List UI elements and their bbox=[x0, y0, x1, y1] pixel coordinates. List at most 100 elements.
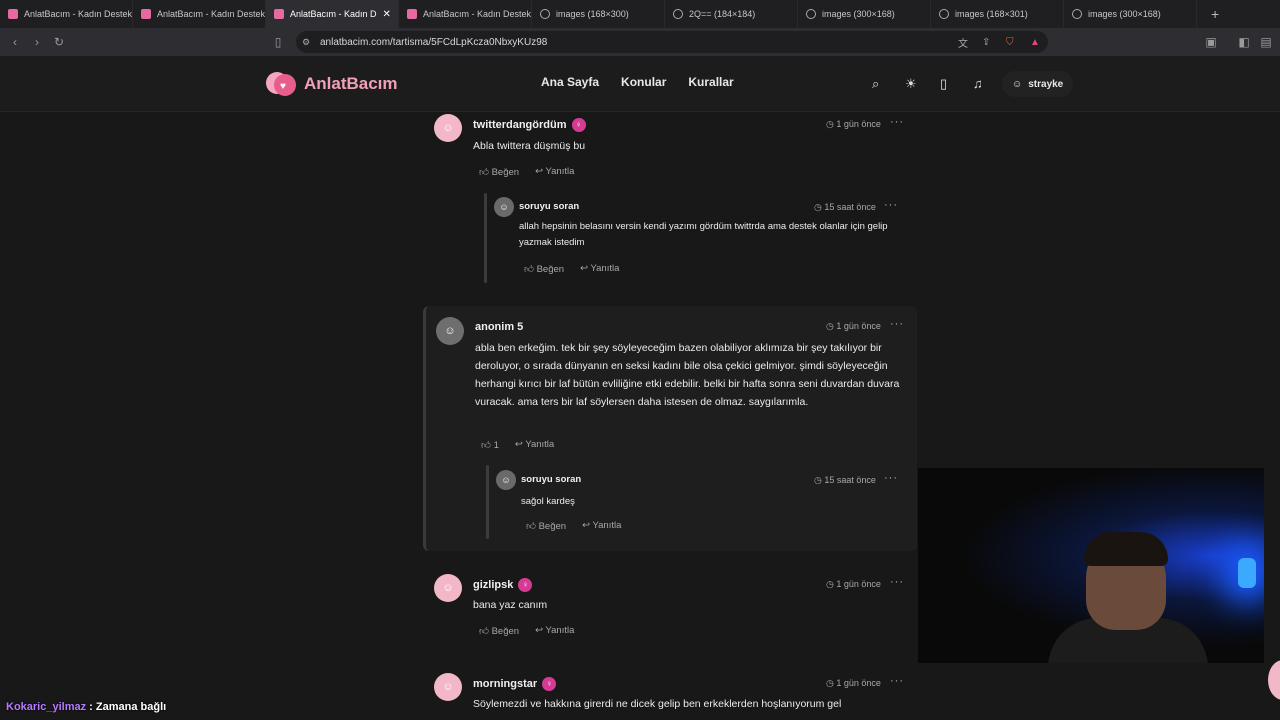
bookmarks-icon[interactable]: ▯ bbox=[940, 76, 947, 92]
tab-title: AnlatBacım - Kadın Destek bbox=[157, 9, 266, 19]
browser-tab[interactable]: images (300×168) bbox=[1064, 0, 1197, 28]
reply-username[interactable]: soruyu soran bbox=[519, 201, 579, 212]
like-button[interactable]: 👍︎ Beğen bbox=[524, 263, 564, 275]
nav-item-rules[interactable]: Kurallar bbox=[688, 75, 733, 89]
site-favicon-icon bbox=[141, 9, 151, 19]
avatar: ☺ bbox=[436, 317, 464, 345]
like-button[interactable]: 👍︎ Beğen bbox=[526, 520, 566, 532]
reply-actions: 👍︎ Beğen ↩ Yanıtla bbox=[526, 520, 621, 532]
like-button[interactable]: 👍︎ Beğen bbox=[479, 166, 519, 178]
more-options-icon[interactable]: ··· bbox=[890, 576, 904, 588]
nav-item-topics[interactable]: Konular bbox=[621, 75, 666, 89]
browser-tab[interactable]: images (168×300) bbox=[532, 0, 665, 28]
reply-text: allah hepsinin belasını versin kendi yaz… bbox=[519, 221, 888, 248]
browser-tab-active[interactable]: AnlatBacım - Kadın D ✕ bbox=[266, 0, 399, 28]
browser-tab[interactable]: 2Q== (184×184) bbox=[665, 0, 798, 28]
main-nav: Ana Sayfa Konular Kurallar bbox=[541, 75, 734, 89]
comment-text: Abla twittera düşmüş bu bbox=[473, 140, 586, 152]
new-tab-icon[interactable]: + bbox=[1211, 6, 1219, 22]
reply-button[interactable]: ↩ Yanıtla bbox=[515, 439, 554, 451]
brave-shield-icon[interactable]: ⛉ bbox=[1006, 37, 1014, 48]
reply-time: ◷ 15 saat önce bbox=[814, 202, 876, 212]
browser-tab[interactable]: images (168×301) bbox=[931, 0, 1064, 28]
bookmark-icon[interactable]: ▯ bbox=[267, 35, 289, 49]
browser-tab[interactable]: AnlatBacım - Kadın Destek bbox=[0, 0, 133, 28]
forward-icon[interactable]: › bbox=[26, 35, 48, 49]
site-settings-icon[interactable]: ⚙ bbox=[302, 37, 310, 48]
comment-time: ◷ 1 gün önce bbox=[826, 579, 881, 589]
logo-mark-icon: ♥ bbox=[266, 70, 298, 98]
avatar: ☺ bbox=[434, 114, 462, 142]
comment-time: ◷ 1 gün önce bbox=[826, 321, 881, 331]
search-icon[interactable]: ⌕ bbox=[872, 76, 879, 92]
translate-icon[interactable]: 文 bbox=[958, 35, 968, 50]
url-text: anlatbacim.com/tartisma/5FCdLpKcza0NbxyK… bbox=[320, 36, 548, 48]
more-options-icon[interactable]: ··· bbox=[890, 675, 904, 687]
more-options-icon[interactable]: ··· bbox=[890, 318, 904, 330]
browser-tab[interactable]: images (300×168) bbox=[798, 0, 931, 28]
reply-button[interactable]: ↩ Yanıtla bbox=[535, 625, 574, 637]
globe-icon bbox=[806, 9, 816, 19]
tab-title: AnlatBacım - Kadın D bbox=[290, 9, 377, 19]
more-options-icon[interactable]: ··· bbox=[890, 116, 904, 128]
close-icon[interactable]: ✕ bbox=[383, 9, 391, 20]
comment-username[interactable]: anonim 5 bbox=[475, 321, 523, 333]
comment-actions: 👍︎ Beğen ↩ Yanıtla bbox=[479, 166, 574, 178]
comment-time: ◷ 1 gün önce bbox=[826, 119, 881, 129]
globe-icon bbox=[673, 9, 683, 19]
reply-username[interactable]: soruyu soran bbox=[521, 474, 581, 485]
comment-time: ◷ 1 gün önce bbox=[826, 678, 881, 688]
reply-time: ◷ 15 saat önce bbox=[814, 475, 876, 485]
comment-username[interactable]: twitterdangördüm ♀ bbox=[473, 118, 586, 132]
comment-username[interactable]: morningstar ♀ bbox=[473, 677, 557, 691]
reply-button[interactable]: ↩ Yanıtla bbox=[535, 166, 574, 178]
tab-title: images (300×168) bbox=[822, 9, 895, 19]
avatar: ☺ bbox=[434, 574, 462, 602]
female-badge-icon: ♀ bbox=[518, 578, 533, 592]
sidebar-icon[interactable]: ◧ bbox=[1233, 35, 1255, 49]
avatar: ☺ bbox=[494, 197, 514, 217]
user-icon: ☺ bbox=[1012, 78, 1023, 90]
reply-button[interactable]: ↩ Yanıtla bbox=[582, 520, 621, 532]
site-favicon-icon bbox=[8, 9, 18, 19]
theme-toggle-icon[interactable]: ☀ bbox=[905, 76, 917, 92]
chat-text: : Zamana bağlı bbox=[89, 701, 167, 713]
wallet-icon[interactable]: ▤ bbox=[1255, 35, 1277, 49]
site-favicon-icon bbox=[407, 9, 417, 19]
comment-username[interactable]: gizlipsk ♀ bbox=[473, 578, 533, 592]
browser-tab[interactable]: AnlatBacım - Kadın Destek bbox=[399, 0, 532, 28]
more-options-icon[interactable]: ··· bbox=[884, 472, 898, 484]
extensions-icon[interactable]: ▣ bbox=[1200, 35, 1222, 49]
back-icon[interactable]: ‹ bbox=[4, 35, 26, 49]
reply-actions: 👍︎ Beğen ↩ Yanıtla bbox=[524, 263, 619, 275]
tab-title: images (168×300) bbox=[556, 9, 629, 19]
user-menu[interactable]: ☺ strayke bbox=[1002, 71, 1074, 97]
stream-chat-message: Kokaric_yilmaz : Zamana bağlı bbox=[6, 701, 166, 713]
tab-title: AnlatBacım - Kadın Destek bbox=[423, 9, 532, 19]
avatar: ☺ bbox=[496, 470, 516, 490]
like-button[interactable]: 👍︎ 1 bbox=[481, 439, 499, 451]
site-header: ♥ AnlatBacım Ana Sayfa Konular Kurallar … bbox=[0, 56, 1280, 112]
webcam-overlay bbox=[918, 468, 1264, 663]
tab-title: AnlatBacım - Kadın Destek bbox=[24, 9, 133, 19]
chat-username: Kokaric_yilmaz bbox=[6, 701, 87, 713]
logo-text: AnlatBacım bbox=[304, 74, 398, 93]
url-field[interactable]: ⚙ anlatbacim.com/tartisma/5FCdLpKcza0Nbx… bbox=[296, 31, 1048, 53]
notifications-icon[interactable]: ♫ bbox=[973, 76, 983, 91]
rewards-icon[interactable]: ▲ bbox=[1030, 37, 1040, 48]
nav-item-home[interactable]: Ana Sayfa bbox=[541, 75, 599, 89]
browser-tab-bar: AnlatBacım - Kadın Destek AnlatBacım - K… bbox=[0, 0, 1280, 28]
username: strayke bbox=[1028, 78, 1064, 90]
browser-tab[interactable]: AnlatBacım - Kadın Destek bbox=[133, 0, 266, 28]
site-logo[interactable]: ♥ AnlatBacım bbox=[266, 70, 398, 98]
more-options-icon[interactable]: ··· bbox=[884, 199, 898, 211]
globe-icon bbox=[1072, 9, 1082, 19]
share-icon[interactable]: ⇪ bbox=[982, 37, 990, 48]
address-bar-row: ‹ › ↻ ▯ ⚙ anlatbacim.com/tartisma/5FCdLp… bbox=[0, 28, 1280, 56]
comment-text: bana yaz canım bbox=[473, 599, 548, 611]
reply-button[interactable]: ↩ Yanıtla bbox=[580, 263, 619, 275]
reload-icon[interactable]: ↻ bbox=[48, 35, 70, 49]
like-button[interactable]: 👍︎ Beğen bbox=[479, 625, 519, 637]
reply-text: sağol kardeş bbox=[521, 496, 575, 507]
reply-thread-line bbox=[484, 193, 487, 283]
